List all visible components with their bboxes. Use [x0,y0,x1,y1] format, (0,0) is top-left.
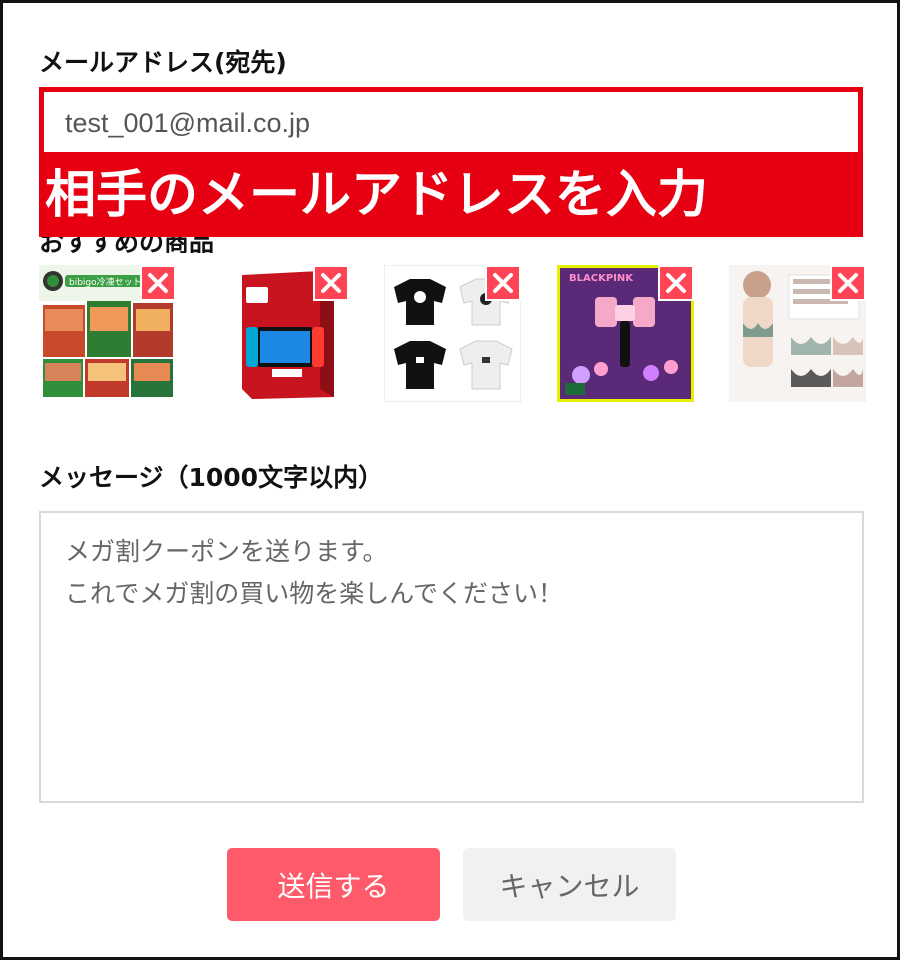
product-item-lingerie[interactable] [729,265,866,402]
remove-product-button[interactable] [313,265,349,301]
blackpink-logo-text: BLACKPINK [569,273,634,284]
product-item-sweatshirt[interactable] [384,265,521,402]
remove-product-button[interactable] [658,265,694,301]
product-item-bibigo[interactable]: bibigo冷凍セット [39,265,176,402]
product-item-switch[interactable] [212,265,349,402]
email-label: メールアドレス(宛先) [39,48,287,77]
email-input[interactable] [64,102,826,144]
recommended-label-clip: おすすめの商品 [39,237,439,253]
close-icon [493,273,513,293]
close-icon [148,273,168,293]
gift-form-panel: メールアドレス(宛先) 相手のメールアドレスを入力 おすすめの商品 bibigo… [0,0,900,960]
email-callout-banner: 相手のメールアドレスを入力 [39,155,863,237]
close-icon [838,273,858,293]
cancel-button[interactable]: キャンセル [463,848,676,921]
recommended-products: bibigo冷凍セット BLACKPINK [39,265,869,405]
close-icon [321,273,341,293]
remove-product-button[interactable] [485,265,521,301]
remove-product-button[interactable] [140,265,176,301]
remove-product-button[interactable] [830,265,866,301]
message-label: メッセージ（1000文字以内） [39,463,384,492]
email-field-highlight [39,87,863,157]
recommended-label: おすすめの商品 [39,237,215,253]
send-button[interactable]: 送信する [227,848,440,921]
message-textarea[interactable]: メガ割クーポンを送ります。 これでメガ割の買い物を楽しんでください！ [65,531,835,781]
bibigo-brand-text: bibigo冷凍セット [69,276,142,288]
close-icon [666,273,686,293]
product-item-lightstick[interactable]: BLACKPINK [557,265,694,402]
message-box: メガ割クーポンを送ります。 これでメガ割の買い物を楽しんでください！ [39,511,864,803]
